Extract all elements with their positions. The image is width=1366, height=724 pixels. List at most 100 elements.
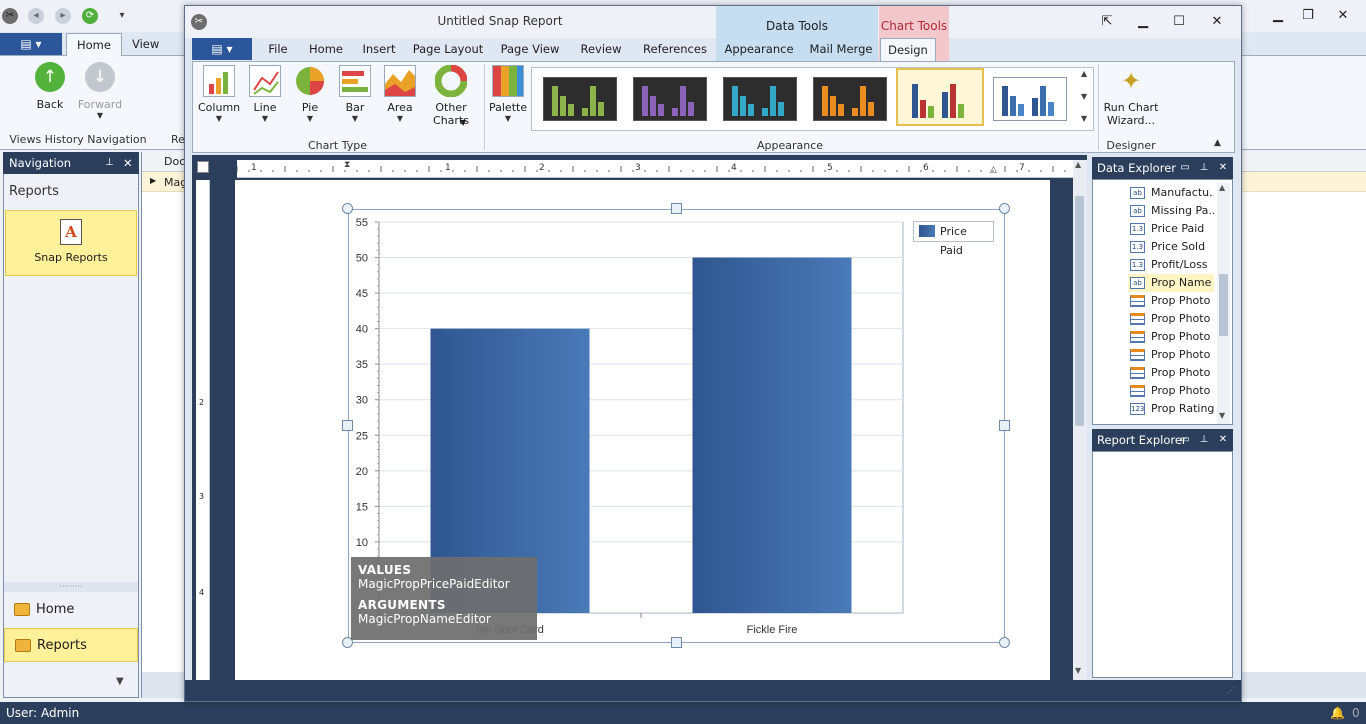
app-restore-button[interactable]: ❐ <box>1296 6 1320 26</box>
tab-design[interactable]: Design <box>880 38 936 62</box>
resize-grip-icon[interactable]: ⋰ <box>1227 686 1235 695</box>
appearance-style-green[interactable] <box>543 77 617 121</box>
appearance-style-teal[interactable] <box>723 77 797 121</box>
app-menu-button[interactable]: ▤ ▾ <box>0 33 62 55</box>
other-charts-button[interactable]: Other Charts <box>426 65 476 127</box>
appearance-style-purple[interactable] <box>633 77 707 121</box>
forward-qat-icon[interactable]: ▸ <box>55 8 71 24</box>
resize-handle[interactable] <box>671 637 682 648</box>
appearance-style-orange[interactable] <box>813 77 887 121</box>
bar-chart-button[interactable]: Bar ▼ <box>337 65 373 123</box>
resize-handle[interactable] <box>999 637 1010 648</box>
data-explorer-scroll-thumb[interactable] <box>1219 274 1228 336</box>
back-button[interactable]: ↑ Back <box>30 62 70 111</box>
data-field-item[interactable]: 1.3 Price Paid <box>1128 220 1214 238</box>
data-field-item[interactable]: ab Missing Pa... <box>1128 202 1214 220</box>
nav-home-item[interactable]: Home <box>4 593 138 627</box>
data-field-label: Missing Pa... <box>1151 204 1214 217</box>
refresh-icon[interactable]: ⟳ <box>82 8 98 24</box>
snap-reports-item[interactable]: A Snap Reports <box>5 210 137 276</box>
nav-reports-item[interactable]: Reports <box>4 628 138 662</box>
data-field-item[interactable]: Prop Photo 5 <box>1128 364 1214 382</box>
palette-button[interactable]: Palette ▼ <box>489 65 527 123</box>
legend-series-label: Price Paid <box>940 225 967 257</box>
tab-references[interactable]: References <box>640 38 710 61</box>
appearance-style-default-selected[interactable] <box>896 68 984 126</box>
snap-minimize-button[interactable]: ▁ <box>1131 12 1155 32</box>
snap-close-button[interactable]: ✕ <box>1205 12 1229 32</box>
scroll-up-icon[interactable]: ▲ <box>1219 183 1225 192</box>
data-field-item[interactable]: ab Prop Name <box>1128 274 1214 292</box>
gallery-scroll-down-icon[interactable]: ▼ <box>1081 92 1087 101</box>
tab-file[interactable]: File <box>262 38 294 61</box>
resize-handle[interactable] <box>342 203 353 214</box>
tab-review[interactable]: Review <box>576 38 626 61</box>
scroll-up-icon[interactable]: ▲ <box>1075 160 1081 169</box>
scroll-down-icon[interactable]: ▼ <box>1219 411 1225 420</box>
data-field-item[interactable]: Prop Photo 1 <box>1128 292 1214 310</box>
forward-button[interactable]: ↓ Forward ▼ <box>76 62 124 120</box>
data-field-item[interactable]: Prop Photo 2 <box>1128 310 1214 328</box>
pin-icon[interactable]: ⊥ <box>1197 157 1211 179</box>
pin-icon[interactable]: ⊥ <box>1197 429 1211 451</box>
area-chart-button[interactable]: Area ▼ <box>382 65 418 123</box>
image-field-icon <box>1130 295 1145 307</box>
indent-marker-icon[interactable]: ⧗ <box>344 160 350 170</box>
data-field-item[interactable]: Prop Photo 6 <box>1128 382 1214 400</box>
appearance-style-blue[interactable] <box>993 77 1067 121</box>
tab-home[interactable]: Home <box>306 38 346 61</box>
nav-more-chevron-icon[interactable]: ▼ <box>116 676 124 687</box>
back-qat-icon[interactable]: ◂ <box>28 8 44 24</box>
snap-maximize-button[interactable]: ☐ <box>1167 12 1191 32</box>
tab-appearance[interactable]: Appearance <box>722 38 796 61</box>
tab-insert[interactable]: Insert <box>358 38 400 61</box>
data-field-item[interactable]: Prop Photo 3 <box>1128 328 1214 346</box>
app-tab-home[interactable]: Home <box>66 33 122 56</box>
pie-chart-button[interactable]: Pie ▼ <box>292 65 328 123</box>
data-field-item[interactable]: 1.3 Profit/Loss <box>1128 256 1214 274</box>
gallery-expand-icon[interactable]: ▼ <box>1081 114 1087 123</box>
window-position-icon[interactable]: ▭ <box>1178 157 1192 179</box>
resize-handle[interactable] <box>999 203 1010 214</box>
document-scrollbar-thumb[interactable] <box>1075 196 1084 426</box>
run-chart-wizard-button[interactable]: ✦ Run Chart Wizard... <box>1102 65 1160 127</box>
snap-popout-button[interactable]: ⇱ <box>1095 12 1119 32</box>
collapse-ribbon-icon[interactable]: ▲ <box>1214 138 1221 148</box>
scroll-down-icon[interactable]: ▼ <box>1075 666 1081 675</box>
close-icon[interactable]: ✕ <box>1216 157 1230 179</box>
app-minimize-button[interactable]: ▁ <box>1266 6 1290 26</box>
palette-icon <box>492 65 524 97</box>
tab-mail-merge[interactable]: Mail Merge <box>808 38 874 61</box>
column-chart-button[interactable]: Column ▼ <box>198 65 240 123</box>
horizontal-ruler[interactable]: 1 1 2 3 4 5 6 7 ⧗ △ <box>237 160 1079 178</box>
notification-bell-icon[interactable]: 🔔 <box>1330 702 1345 724</box>
data-field-item[interactable]: 1.3 Price Sold <box>1128 238 1214 256</box>
tab-page-view[interactable]: Page View <box>498 38 562 61</box>
resize-handle[interactable] <box>671 203 682 214</box>
right-indent-marker-icon[interactable]: △ <box>990 165 997 175</box>
app-close-button[interactable]: ✕ <box>1331 6 1355 26</box>
close-icon[interactable]: ✕ <box>123 152 133 174</box>
tooltip-arguments-text: MagicPropNameEditor <box>358 612 491 626</box>
snap-menu-button[interactable]: ▤ ▾ <box>192 38 252 60</box>
pin-icon[interactable]: ⊥ <box>105 152 114 174</box>
pie-chart-icon <box>294 65 326 97</box>
data-field-item[interactable]: ab Manufactu... <box>1128 184 1214 202</box>
vertical-ruler[interactable]: 2 3 4 <box>196 180 210 680</box>
tab-page-layout[interactable]: Page Layout <box>412 38 484 61</box>
line-chart-button[interactable]: Line ▼ <box>247 65 283 123</box>
gallery-scroll-up-icon[interactable]: ▲ <box>1081 69 1087 78</box>
legend-swatch <box>919 225 935 237</box>
nav-splitter-grip[interactable]: ········· <box>4 582 138 592</box>
app-tab-view[interactable]: View <box>122 33 169 56</box>
grid-column-header[interactable]: Doc <box>164 155 185 168</box>
resize-handle[interactable] <box>342 420 353 431</box>
snap-window-title: Untitled Snap Report <box>437 14 563 28</box>
data-field-item[interactable]: 123 Prop Rating <box>1128 400 1214 418</box>
ruler-corner-icon[interactable] <box>197 161 209 173</box>
customize-qat-icon[interactable]: ▾ <box>114 8 130 24</box>
data-field-item[interactable]: Prop Photo 4 <box>1128 346 1214 364</box>
resize-handle[interactable] <box>999 420 1010 431</box>
window-position-icon[interactable]: ▭ <box>1178 429 1192 451</box>
close-icon[interactable]: ✕ <box>1216 429 1230 451</box>
